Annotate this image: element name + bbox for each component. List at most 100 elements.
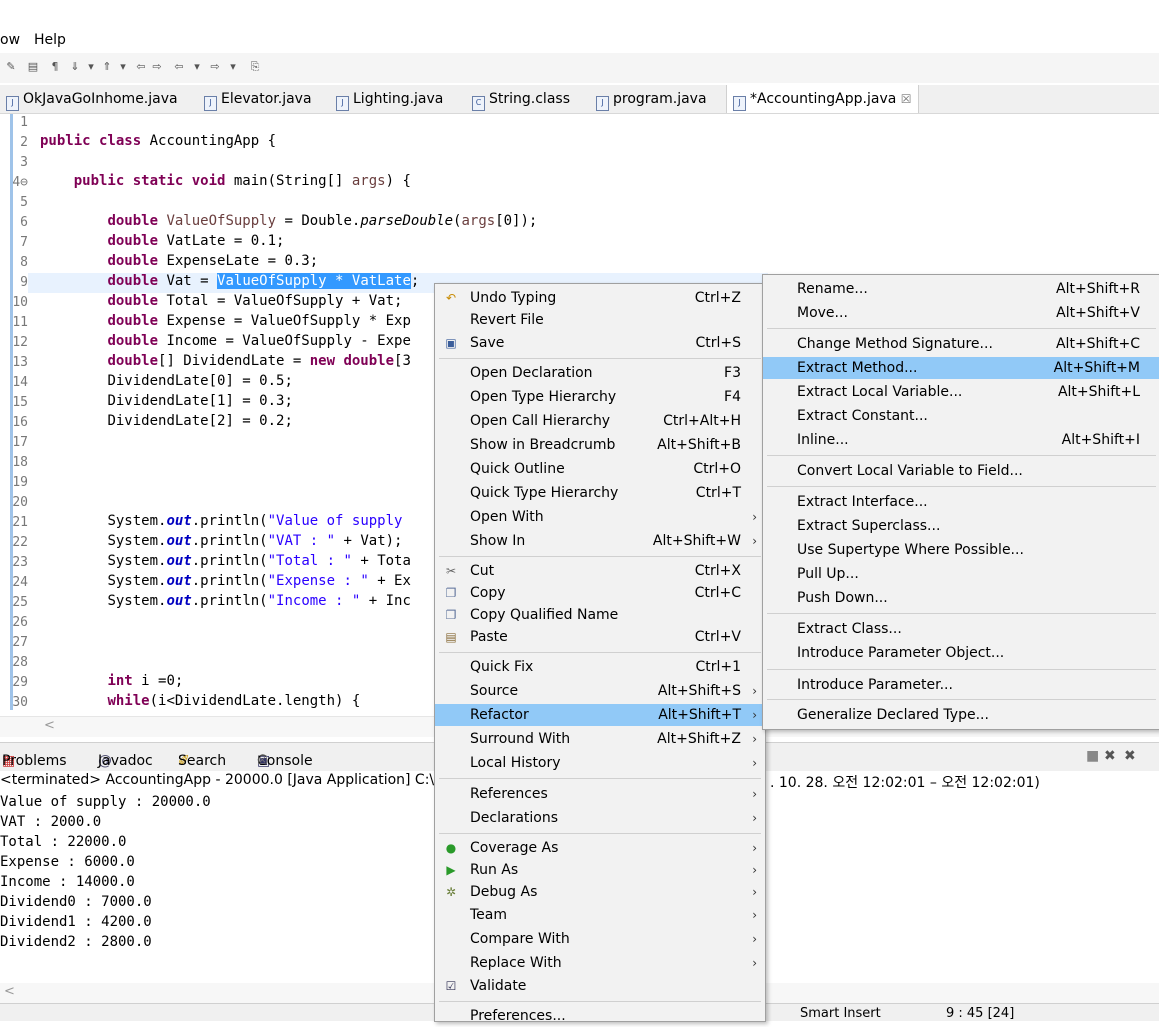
last-edit-location-icon[interactable]: ⇦ — [134, 60, 148, 74]
dropdown-icon[interactable]: ▾ — [226, 60, 240, 74]
scroll-left-icon[interactable]: < — [44, 718, 55, 733]
tab-accountingapp[interactable]: J *AccountingApp.java ☒ — [726, 85, 919, 113]
code-line-2: public class AccountingApp { — [40, 133, 277, 149]
dropdown-icon[interactable]: ▾ — [84, 60, 98, 74]
back-icon[interactable]: ⇦ — [172, 60, 186, 74]
context-menu: ↶ Undo Typing Ctrl+Z Revert File ▣ Save Ctrl+S… — [434, 283, 766, 1024]
menu-item-refactor[interactable]: Refactor Alt+Shift+T › — [435, 704, 765, 726]
block-selection-icon[interactable]: ▤ — [26, 60, 40, 74]
menu-item-open-type-hierarchy[interactable]: Open Type Hierarchy F4 — [435, 386, 765, 408]
menu-item-label: Revert File — [470, 312, 544, 328]
menu-item-quick-outline[interactable]: Quick Outline Ctrl+O — [435, 458, 765, 480]
menu-item-coverage-as[interactable]: ● Coverage As › — [435, 837, 765, 859]
menu-item-change-method-signature[interactable]: Change Method Signature... Alt+Shift+C — [763, 333, 1159, 355]
menu-item-open-declaration[interactable]: Open Declaration F3 — [435, 362, 765, 384]
menu-item-open-with[interactable]: Open With › — [435, 506, 765, 528]
scroll-left-icon[interactable]: < — [4, 984, 15, 999]
menu-item-convert-local-variable-to-field[interactable]: Convert Local Variable to Field... — [763, 460, 1159, 482]
terminate-icon[interactable]: ■ — [1086, 748, 1099, 764]
menu-item-local-history[interactable]: Local History › — [435, 752, 765, 774]
code-line-21: System.out.println("Value of supply — [107, 513, 403, 529]
menu-item-pull-up[interactable]: Pull Up... — [763, 563, 1159, 585]
tab-string-class[interactable]: C String.class — [466, 85, 576, 113]
paste-icon: ▤ — [445, 630, 457, 644]
pin-editor-icon[interactable]: ⎘ — [248, 60, 262, 74]
menu-item-references[interactable]: References › — [435, 783, 765, 805]
menu-item-team[interactable]: Team › — [435, 904, 765, 926]
menu-item-generalize-declared-type[interactable]: Generalize Declared Type... — [763, 704, 1159, 726]
line-number: 15 — [12, 395, 28, 410]
insert-mode: Smart Insert — [800, 1006, 881, 1021]
menu-item-compare-with[interactable]: Compare With › — [435, 928, 765, 950]
tab-elevator[interactable]: J Elevator.java — [198, 85, 318, 113]
close-console-icon[interactable]: ☒ — [257, 753, 268, 767]
menu-item-quick-fix[interactable]: Quick Fix Ctrl+1 — [435, 656, 765, 678]
dropdown-icon[interactable]: ▾ — [116, 60, 130, 74]
coverage-icon: ● — [445, 841, 457, 855]
menu-item-introduce-parameter[interactable]: Introduce Parameter... — [763, 674, 1159, 696]
line-number: 7 — [20, 235, 28, 250]
menu-item-label: Run As — [470, 862, 519, 878]
dropdown-icon[interactable]: ▾ — [190, 60, 204, 74]
menu-item-extract-class[interactable]: Extract Class... — [763, 618, 1159, 640]
menu-item-paste[interactable]: ▤ Paste Ctrl+V — [435, 626, 765, 648]
forward-edit-icon[interactable]: ⇨ — [150, 60, 164, 74]
cut-icon: ✂ — [445, 564, 457, 578]
console-header: <terminated> AccountingApp - 20000.0 [Ja… — [0, 772, 443, 788]
menu-item-undo-typing[interactable]: ↶ Undo Typing Ctrl+Z — [435, 287, 765, 309]
close-tab-icon[interactable]: ☒ — [901, 92, 912, 106]
menu-item-open-call-hierarchy[interactable]: Open Call Hierarchy Ctrl+Alt+H — [435, 410, 765, 432]
tab-program[interactable]: Jprogram.java — [590, 85, 713, 113]
menu-item-replace-with[interactable]: Replace With › — [435, 952, 765, 974]
remove-launch-icon[interactable]: ✖ — [1104, 748, 1116, 764]
menu-item-push-down[interactable]: Push Down... — [763, 587, 1159, 609]
forward-icon[interactable]: ⇨ — [208, 60, 222, 74]
copy-qualified-icon: ❐ — [445, 608, 457, 622]
menu-item-introduce-parameter-object[interactable]: Introduce Parameter Object... — [763, 642, 1159, 664]
menu-separator — [439, 652, 761, 653]
menu-window[interactable]: ow — [0, 32, 20, 48]
next-annotation-icon[interactable]: ⇓ — [68, 60, 82, 74]
menu-item-show-in[interactable]: Show In Alt+Shift+W › — [435, 530, 765, 552]
menu-item-inline[interactable]: Inline... Alt+Shift+I — [763, 429, 1159, 451]
tab-lighting[interactable]: J Lighting.java — [330, 85, 449, 113]
line-number: 20 — [12, 495, 28, 510]
menu-item-copy[interactable]: ❐ Copy Ctrl+C — [435, 582, 765, 604]
menu-item-run-as[interactable]: ▶ Run As › — [435, 859, 765, 881]
menu-item-extract-constant[interactable]: Extract Constant... — [763, 405, 1159, 427]
menu-item-preferences[interactable]: Preferences... — [435, 1005, 765, 1027]
menu-item-extract-superclass[interactable]: Extract Superclass... — [763, 515, 1159, 537]
menu-item-extract-interface[interactable]: Extract Interface... — [763, 491, 1159, 513]
tab-okjavagoinhome[interactable]: J OkJavaGoInhome.java — [0, 85, 184, 113]
menu-item-move[interactable]: Move... Alt+Shift+V — [763, 302, 1159, 324]
editor-tab-bar: J OkJavaGoInhome.java J Elevator.java J Lig… — [0, 85, 1159, 114]
menu-item-save[interactable]: ▣ Save Ctrl+S — [435, 332, 765, 354]
remove-all-terminated-icon[interactable]: ✖ — [1124, 748, 1136, 764]
menu-item-quick-type-hierarchy[interactable]: Quick Type Hierarchy Ctrl+T — [435, 482, 765, 504]
menu-item-validate[interactable]: ☑ Validate — [435, 975, 765, 997]
menu-item-extract-method[interactable]: Extract Method... Alt+Shift+M — [763, 357, 1159, 379]
menu-item-label: Quick Fix — [470, 659, 534, 675]
toggle-mark-occurrences-icon[interactable]: ✎ — [4, 60, 18, 74]
menu-item-use-supertype-where-possible[interactable]: Use Supertype Where Possible... — [763, 539, 1159, 561]
menu-item-copy-qualified-name[interactable]: ❐ Copy Qualified Name — [435, 604, 765, 626]
show-whitespace-icon[interactable]: ¶ — [48, 60, 62, 74]
menu-item-declarations[interactable]: Declarations › — [435, 807, 765, 829]
menu-item-rename[interactable]: Rename... Alt+Shift+R — [763, 278, 1159, 300]
menu-item-surround-with[interactable]: Surround With Alt+Shift+Z › — [435, 728, 765, 750]
previous-annotation-icon[interactable]: ⇑ — [100, 60, 114, 74]
menu-item-source[interactable]: Source Alt+Shift+S › — [435, 680, 765, 702]
menu-item-cut[interactable]: ✂ Cut Ctrl+X — [435, 560, 765, 582]
menu-help[interactable]: Help — [34, 32, 66, 48]
line-number: 13 — [12, 355, 28, 370]
menu-item-label: Preferences... — [470, 1008, 566, 1024]
menu-separator — [767, 699, 1156, 700]
menu-item-debug-as[interactable]: ✲ Debug As › — [435, 881, 765, 903]
menu-item-revert-file[interactable]: Revert File — [435, 309, 765, 331]
menu-item-extract-local-variable[interactable]: Extract Local Variable... Alt+Shift+L — [763, 381, 1159, 403]
menu-item-shortcut: Alt+Shift+M — [1053, 360, 1140, 376]
line-number: 19 — [12, 475, 28, 490]
code-line-24: System.out.println("Expense : " + Ex — [107, 573, 411, 589]
menu-item-shortcut: Alt+Shift+C — [1055, 336, 1140, 352]
menu-item-show-in-breadcrumb[interactable]: Show in Breadcrumb Alt+Shift+B — [435, 434, 765, 456]
